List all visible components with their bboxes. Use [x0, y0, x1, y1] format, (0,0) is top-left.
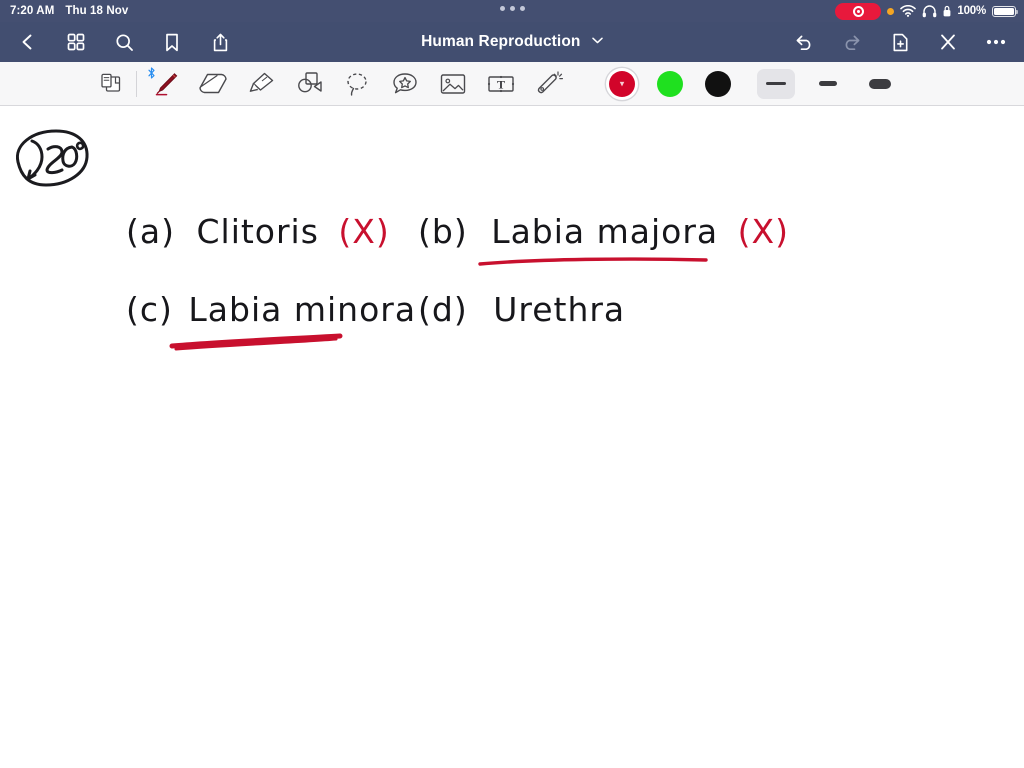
share-button[interactable]: [206, 28, 234, 56]
status-bar: 7:20 AM Thu 18 Nov 100%: [0, 0, 1024, 22]
answer-d-text: Urethra: [493, 290, 626, 329]
stroke-preview-thick: [869, 78, 891, 89]
lock-icon: [943, 5, 951, 17]
answer-line-a: (a) Clitoris (X): [126, 212, 390, 251]
handle-dot: [499, 6, 505, 11]
stroke-preview-thin: [766, 82, 786, 85]
chevron-down-icon: ▾: [619, 78, 625, 89]
answer-b-text: Labia majora: [491, 212, 719, 251]
text-tool[interactable]: T: [477, 64, 525, 104]
color-swatch-red[interactable]: ▾: [609, 70, 635, 97]
page-number-annotation: [15, 129, 89, 187]
status-bar-right: 100%: [835, 2, 1018, 20]
answer-c-label: (c): [126, 290, 173, 329]
answer-a-label: (a): [126, 212, 175, 251]
status-date: Thu 18 Nov: [65, 5, 129, 17]
stroke-preview-medium: [819, 81, 837, 86]
undo-button[interactable]: [790, 28, 818, 56]
image-tool[interactable]: [429, 64, 477, 104]
search-button[interactable]: [110, 28, 138, 56]
answer-d-label: (d): [418, 290, 468, 329]
page-navigator-tool[interactable]: [88, 64, 134, 104]
headphones-icon: [922, 4, 937, 18]
highlighter-tool[interactable]: [237, 64, 285, 104]
note-canvas[interactable]: (a) Clitoris (X) (b) Labia majora (X) (c…: [0, 107, 1024, 768]
library-grid-button[interactable]: [62, 28, 90, 56]
underline-answer-b: [478, 257, 708, 266]
answer-b-mark: (X): [737, 212, 790, 251]
underline-answer-c: [169, 333, 343, 351]
notability-app-window: 7:20 AM Thu 18 Nov 100% Human Reproducti…: [0, 0, 1024, 768]
more-button[interactable]: [982, 28, 1010, 56]
nav-left-group: [14, 28, 234, 56]
status-bar-left: 7:20 AM Thu 18 Nov: [10, 5, 128, 17]
eraser-tool[interactable]: [189, 64, 237, 104]
privacy-orange-dot-icon: [887, 7, 895, 15]
answer-c-text: Labia minora: [188, 290, 417, 329]
svg-text:T: T: [497, 77, 505, 91]
redo-button[interactable]: [838, 28, 866, 56]
answer-line-c: (c) Labia minora: [126, 290, 416, 329]
battery-icon: [992, 5, 1018, 17]
color-palette: ▾: [609, 70, 731, 97]
lasso-tool[interactable]: [333, 64, 381, 104]
wifi-icon: [900, 5, 917, 17]
shapes-tool[interactable]: [285, 64, 333, 104]
document-title[interactable]: Human Reproduction: [421, 33, 603, 51]
sticker-tool[interactable]: [381, 64, 429, 104]
back-button[interactable]: [14, 28, 42, 56]
stroke-width-group: [757, 68, 899, 99]
answer-line-b: (b) Labia majora (X): [418, 212, 789, 251]
nav-right-group: [790, 28, 1010, 56]
document-title-label: Human Reproduction: [421, 33, 581, 50]
answer-line-d: (d) Urethra: [418, 290, 625, 329]
chevron-down-icon[interactable]: [592, 37, 603, 44]
navigation-bar: Human Reproduction: [0, 22, 1024, 62]
add-page-button[interactable]: [886, 28, 914, 56]
answer-a-mark: (X): [338, 212, 390, 251]
toolbar-divider: [136, 70, 137, 97]
battery-percent-label: 100%: [957, 5, 986, 17]
bluetooth-icon: [147, 66, 156, 79]
stroke-width-medium[interactable]: [809, 69, 847, 99]
pen-tool[interactable]: [141, 64, 189, 104]
answer-a-text: Clitoris: [196, 212, 319, 251]
stroke-width-thin[interactable]: [757, 68, 795, 99]
close-button[interactable]: [934, 28, 962, 56]
magic-wand-tool[interactable]: [525, 64, 573, 104]
handle-dot: [519, 6, 525, 11]
screen-recording-indicator[interactable]: [835, 2, 882, 20]
answer-b-label: (b): [418, 212, 468, 251]
editing-toolbar: T ▾: [0, 62, 1024, 106]
color-swatch-black[interactable]: [705, 70, 731, 97]
bookmark-button[interactable]: [158, 28, 186, 56]
stroke-width-thick[interactable]: [861, 69, 899, 99]
handle-dot: [509, 6, 515, 11]
color-swatch-green[interactable]: [657, 70, 683, 97]
status-time: 7:20 AM: [10, 5, 55, 17]
recording-ring-icon: [852, 5, 864, 17]
